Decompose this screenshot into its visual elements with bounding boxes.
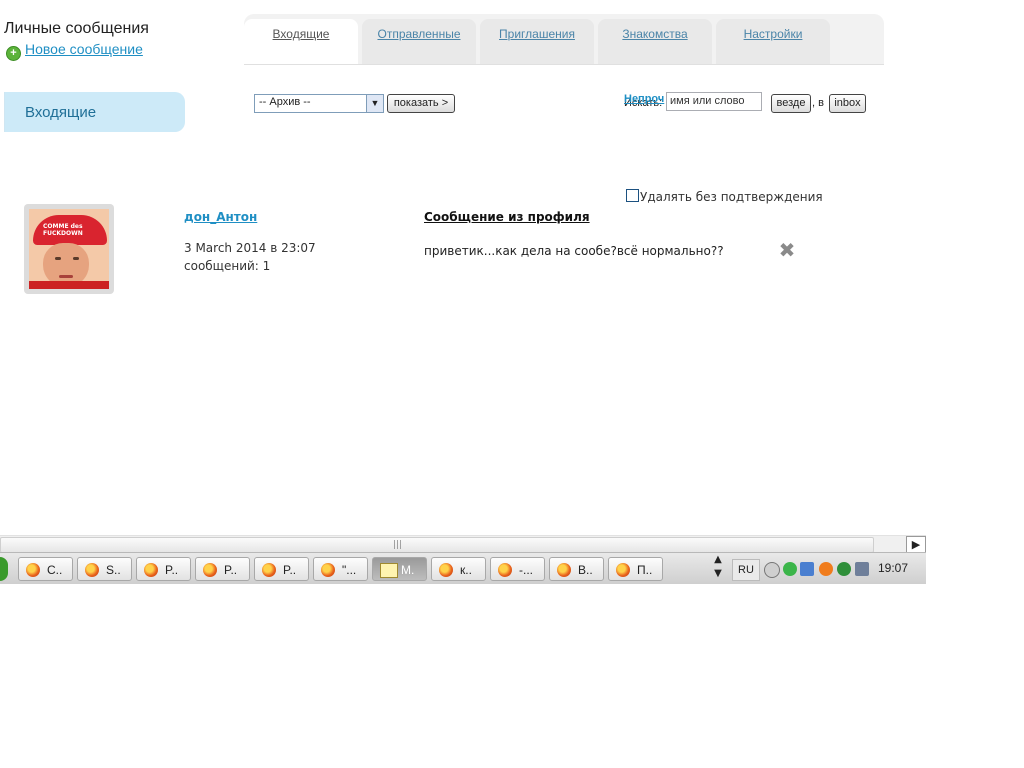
- plus-icon: +: [6, 46, 21, 61]
- new-message-link-wrap: + Новое сообщение: [6, 41, 143, 61]
- everywhere-button[interactable]: везде: [771, 94, 811, 113]
- taskbar-button-label: M.: [401, 563, 415, 577]
- sidebar-inbox-label: Входящие: [25, 104, 97, 121]
- avatar[interactable]: COMME des FUCKDOWN: [24, 204, 114, 294]
- inbox-button[interactable]: inbox: [829, 94, 866, 113]
- message-preview: приветик...как дела на сообе?всё нормаль…: [424, 244, 724, 258]
- taskbar-button-label: -...: [519, 563, 533, 577]
- sender-link[interactable]: дон_Антон: [184, 210, 257, 224]
- taskbar-button-label: P..: [224, 563, 238, 577]
- taskbar-button[interactable]: B..: [549, 557, 604, 581]
- horizontal-scrollbar[interactable]: ||| ▶: [0, 535, 926, 553]
- taskbar-button-label: C..: [47, 563, 63, 577]
- firefox-icon: [262, 563, 276, 577]
- flash-icon[interactable]: [819, 562, 833, 576]
- page-title: Личные сообщения: [4, 20, 149, 37]
- scrollbar-thumb[interactable]: |||: [0, 537, 874, 553]
- firefox-icon: [439, 563, 453, 577]
- avatar-image: COMME des FUCKDOWN: [29, 209, 109, 289]
- taskbar-button-label: к..: [460, 563, 472, 577]
- in-label: , в: [812, 97, 824, 109]
- avatar-cap-text: COMME des FUCKDOWN: [43, 223, 83, 237]
- message-subject[interactable]: Сообщение из профиля: [424, 210, 590, 224]
- firefox-icon: [203, 563, 217, 577]
- security-icon[interactable]: [855, 562, 869, 576]
- message-count: сообщений: 1: [184, 259, 271, 273]
- show-button[interactable]: показать >: [387, 94, 455, 113]
- language-indicator[interactable]: RU: [732, 559, 760, 581]
- firefox-icon: [85, 563, 99, 577]
- taskbar-button[interactable]: P..: [195, 557, 250, 581]
- new-message-link[interactable]: Новое сообщение: [25, 41, 143, 57]
- archive-select-value: -- Архив --: [259, 96, 311, 108]
- grip-icon: |||: [393, 540, 403, 550]
- taskbar-button[interactable]: P..: [136, 557, 191, 581]
- firefox-icon: [498, 563, 512, 577]
- start-button[interactable]: [0, 557, 8, 581]
- firefox-icon: [321, 563, 335, 577]
- taskbar-scroll[interactable]: ▲ ▼: [709, 553, 727, 583]
- scroll-right-icon[interactable]: ▶: [906, 536, 926, 553]
- tab-invitations[interactable]: Приглашения: [480, 19, 594, 64]
- taskbar-button-label: П..: [637, 563, 653, 577]
- taskbar-button-label: "...: [342, 563, 357, 577]
- taskbar: C.. S.. P.. P.. P.. "... M. к.. -... B.. П.. ▲ ▼ RU…: [0, 552, 926, 584]
- taskbar-button[interactable]: S..: [77, 557, 132, 581]
- taskbar-button-label: B..: [578, 563, 593, 577]
- firefox-icon: [616, 563, 630, 577]
- tab-sent[interactable]: Отправленные: [362, 19, 476, 64]
- firefox-icon: [557, 563, 571, 577]
- taskbar-button-label: S..: [106, 563, 121, 577]
- taskbar-button[interactable]: P..: [254, 557, 309, 581]
- taskbar-button-label: P..: [165, 563, 179, 577]
- chevron-down-icon: ▼: [366, 95, 383, 112]
- network-icon[interactable]: [800, 562, 814, 576]
- taskbar-button[interactable]: к..: [431, 557, 486, 581]
- tab-bar: Входящие Отправленные Приглашения Знаком…: [244, 14, 884, 65]
- firefox-icon: [144, 563, 158, 577]
- chat-icon[interactable]: [783, 562, 797, 576]
- firefox-icon: [26, 563, 40, 577]
- system-tray: RU 19:07: [727, 556, 926, 582]
- message-date: 3 March 2014 в 23:07: [184, 241, 316, 255]
- unread-link[interactable]: Непроч: [624, 93, 664, 105]
- tab-inbox[interactable]: Входящие: [244, 19, 358, 64]
- taskbar-button[interactable]: П..: [608, 557, 663, 581]
- delete-without-confirm[interactable]: Удалять без подтверждения: [626, 189, 823, 204]
- taskbar-button[interactable]: "...: [313, 557, 368, 581]
- tray-collapse-icon[interactable]: [764, 562, 780, 578]
- delete-confirm-label: Удалять без подтверждения: [640, 190, 823, 204]
- delete-confirm-checkbox[interactable]: [626, 189, 639, 202]
- mail-icon: [380, 563, 398, 578]
- archive-select[interactable]: -- Архив -- ▼: [254, 94, 384, 113]
- taskbar-button[interactable]: M.: [372, 557, 427, 581]
- tab-dating[interactable]: Знакомства: [598, 19, 712, 64]
- search-input[interactable]: имя или слово: [666, 92, 762, 111]
- taskbar-button[interactable]: -...: [490, 557, 545, 581]
- taskbar-button-label: P..: [283, 563, 297, 577]
- taskbar-button[interactable]: C..: [18, 557, 73, 581]
- status-icon[interactable]: [837, 562, 851, 576]
- delete-icon[interactable]: ✖: [778, 240, 796, 260]
- sidebar-inbox[interactable]: Входящие: [4, 92, 185, 132]
- tab-settings[interactable]: Настройки: [716, 19, 830, 64]
- clock[interactable]: 19:07: [878, 561, 908, 575]
